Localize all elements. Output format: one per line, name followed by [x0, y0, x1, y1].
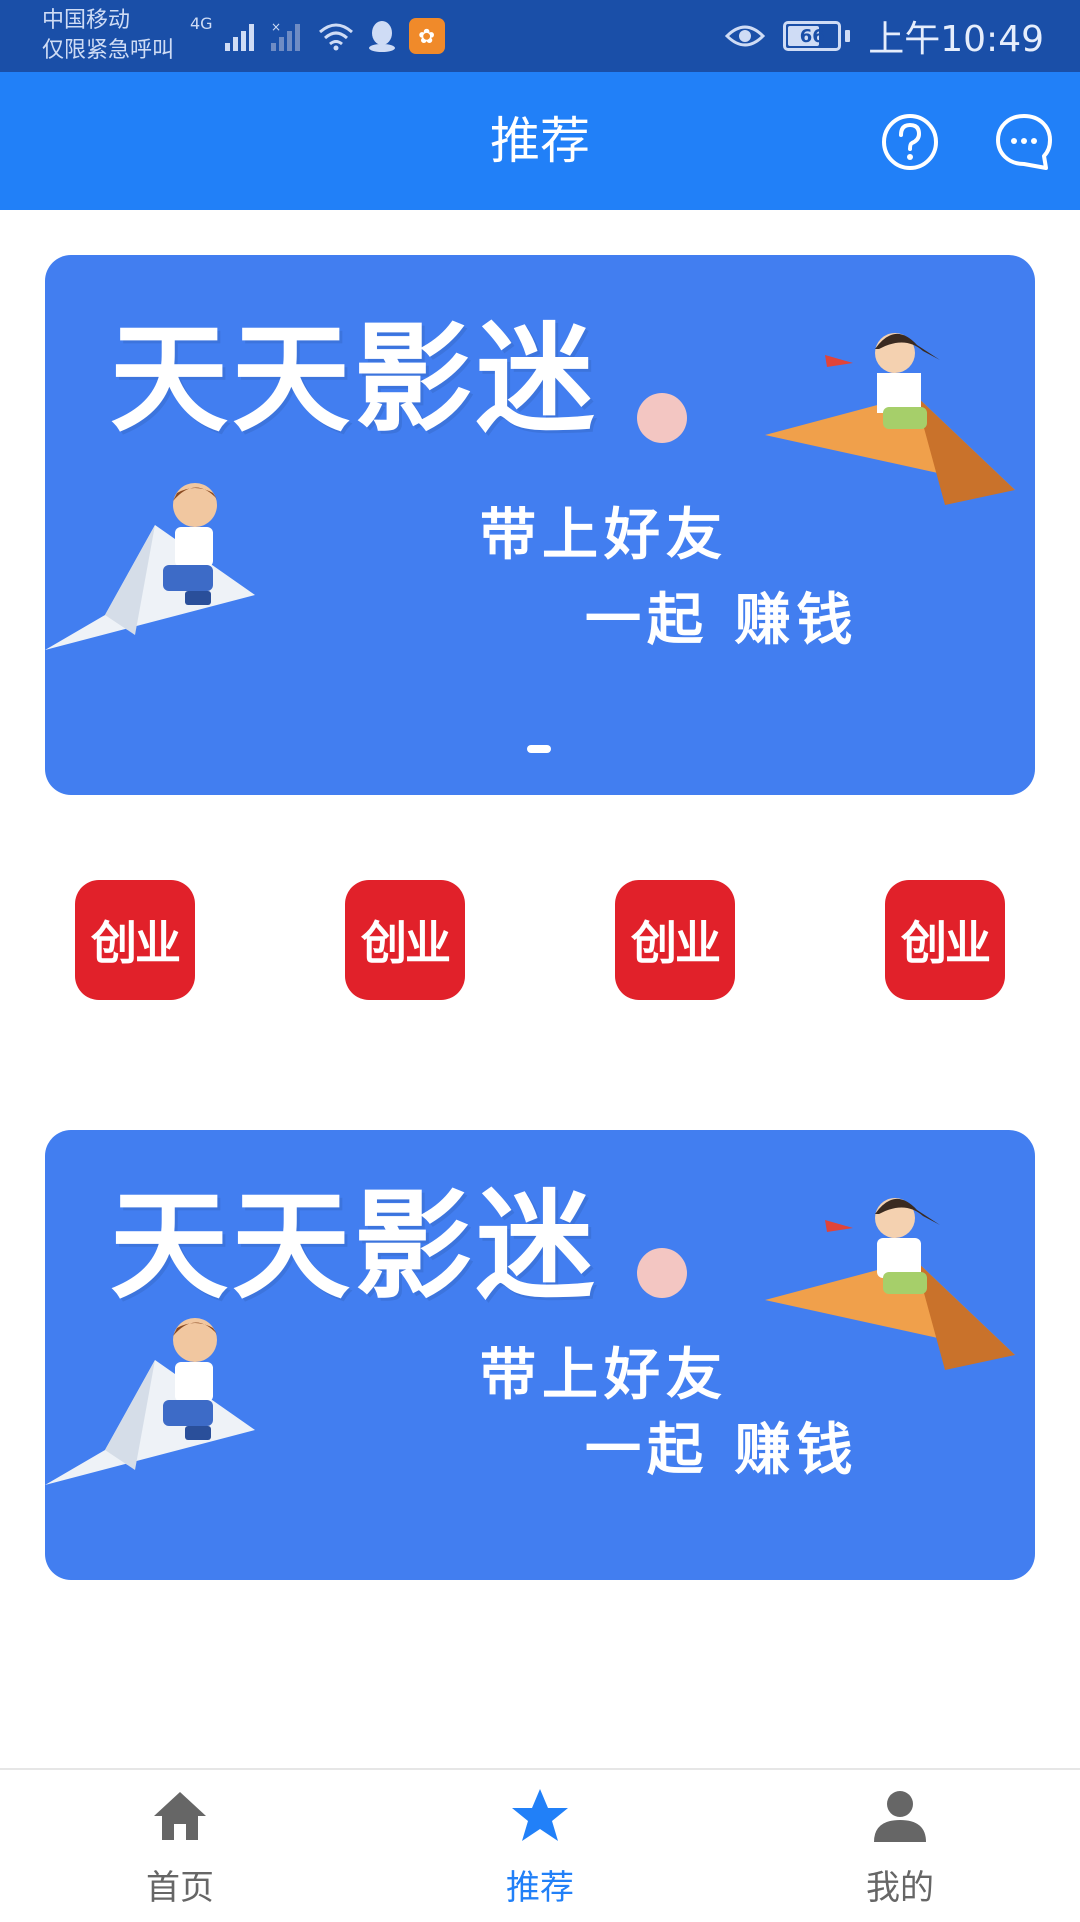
no-signal-icon: ×	[270, 21, 300, 51]
status-icons-left: 4G × ✿	[190, 14, 445, 58]
app-shortcut-row: 创业 创业 创业 创业	[0, 880, 1080, 1002]
top-header: 推荐	[0, 72, 1080, 210]
network-type: 4G	[190, 14, 213, 33]
chat-bubble-icon[interactable]	[994, 112, 1054, 172]
eye-icon	[725, 25, 766, 47]
status-icons-right: 66 上午10:49	[725, 12, 1044, 60]
nav-item-home[interactable]: 首页	[0, 1770, 360, 1922]
banner-slogan-line1: 带上好友	[480, 503, 728, 568]
svg-text:×: ×	[271, 21, 281, 34]
question-circle-icon[interactable]	[880, 112, 940, 172]
carrier-status: 仅限紧急呼叫	[42, 38, 175, 63]
banner-title: 天天影迷	[110, 1177, 599, 1315]
wifi-icon	[318, 23, 353, 51]
banner-slogan-line2: 一起 赚钱	[585, 1418, 859, 1483]
boy-paper-plane-illustration	[45, 483, 255, 650]
smiley-face-icon	[637, 393, 687, 443]
uc-browser-icon: ✿	[408, 18, 445, 54]
nav-label-recommend: 推荐	[506, 1868, 574, 1908]
app-logo-text: 创业	[901, 916, 991, 970]
banner-title: 天天影迷	[110, 310, 599, 448]
nav-item-mine[interactable]: 我的	[720, 1770, 1080, 1922]
app-shortcut[interactable]: 创业	[345, 880, 465, 1000]
app-shortcut[interactable]: 创业	[885, 880, 1005, 1000]
girl-paper-plane-illustration	[765, 1198, 1015, 1370]
nav-label-home: 首页	[146, 1868, 214, 1908]
smiley-face-icon	[637, 1248, 687, 1298]
battery-level: 66	[799, 25, 825, 47]
signal-icon	[224, 24, 254, 51]
app-logo-text: 创业	[631, 916, 721, 970]
nav-item-recommend[interactable]: 推荐	[360, 1770, 720, 1922]
promo-banner-carousel[interactable]: 天天影迷 带上好友 一起 赚钱	[45, 255, 1035, 795]
promo-banner[interactable]: 天天影迷 带上好友 一起 赚钱	[45, 1130, 1035, 1580]
battery-icon: 66	[783, 21, 842, 51]
clock: 上午10:49	[868, 19, 1044, 60]
app-shortcut[interactable]: 创业	[75, 880, 195, 1000]
bottom-navigation: 首页 推荐 我的	[0, 1768, 1080, 1920]
app-logo-text: 创业	[91, 916, 181, 970]
carousel-indicator	[527, 745, 551, 753]
user-icon	[874, 1791, 926, 1842]
carrier-name: 中国移动	[42, 8, 131, 33]
girl-paper-plane-illustration	[765, 333, 1015, 505]
app-logo-text: 创业	[361, 916, 451, 970]
boy-paper-plane-illustration	[45, 1318, 255, 1485]
status-bar: 中国移动 仅限紧急呼叫 4G × ✿ 66 上午10:49	[0, 0, 1080, 72]
star-icon	[512, 1789, 568, 1841]
banner-slogan-line2: 一起 赚钱	[585, 588, 859, 653]
home-icon	[154, 1792, 206, 1840]
nav-label-mine: 我的	[866, 1868, 934, 1908]
qq-icon	[368, 21, 395, 52]
banner-slogan-line1: 带上好友	[480, 1343, 728, 1408]
battery-tip	[845, 30, 851, 42]
carrier-info: 中国移动 仅限紧急呼叫	[42, 6, 174, 66]
app-shortcut[interactable]: 创业	[615, 880, 735, 1000]
